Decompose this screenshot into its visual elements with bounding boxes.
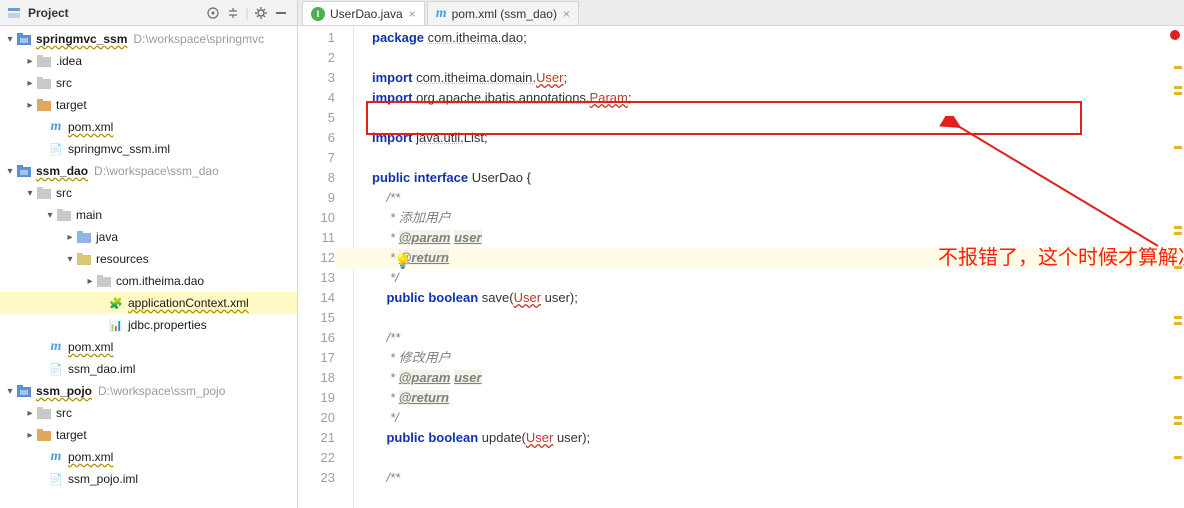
annotation-text: 不报错了，这个时候才算解决了资源加载问题 xyxy=(938,248,1184,268)
target-folder-icon xyxy=(36,97,52,113)
folder-icon xyxy=(36,405,52,421)
locate-icon[interactable] xyxy=(203,3,223,23)
ide-root: Project | ▾ springmvc_ssm D:\workspace\s… xyxy=(0,0,1184,508)
tree-file[interactable]: 📄ssm_dao.iml xyxy=(0,358,297,380)
iml-icon: 📄 xyxy=(48,141,64,157)
tree-folder[interactable]: ▸target xyxy=(0,424,297,446)
close-icon[interactable]: × xyxy=(409,7,416,21)
tab-userdao[interactable]: I UserDao.java × xyxy=(302,1,425,25)
maven-icon: m xyxy=(48,339,64,355)
chevron-down-icon[interactable]: ▾ xyxy=(64,254,76,265)
chevron-right-icon[interactable]: ▸ xyxy=(64,232,76,243)
properties-icon: 📊 xyxy=(108,317,124,333)
tree-file[interactable]: 📄ssm_pojo.iml xyxy=(0,468,297,490)
tree-file[interactable]: mpom.xml xyxy=(0,336,297,358)
folder-icon xyxy=(96,273,112,289)
tree-folder[interactable]: ▸java xyxy=(0,226,297,248)
chevron-right-icon[interactable]: ▸ xyxy=(24,56,36,67)
target-folder-icon xyxy=(36,427,52,443)
maven-icon: m xyxy=(48,449,64,465)
module-icon xyxy=(16,31,32,47)
tree-module[interactable]: ▾ssm_daoD:\workspace\ssm_dao xyxy=(0,160,297,182)
tree-folder[interactable]: ▸.idea xyxy=(0,50,297,72)
tree-file[interactable]: 📊jdbc.properties xyxy=(0,314,297,336)
tree-folder[interactable]: ▾resources xyxy=(0,248,297,270)
collapse-icon[interactable] xyxy=(271,3,291,23)
tree-file[interactable]: mpom.xml xyxy=(0,116,297,138)
tab-pom[interactable]: m pom.xml (ssm_dao) × xyxy=(427,1,579,25)
expand-all-icon[interactable] xyxy=(223,3,243,23)
tree-file[interactable]: 📄springmvc_ssm.iml xyxy=(0,138,297,160)
spring-xml-icon: 🧩 xyxy=(108,295,124,311)
project-tree[interactable]: ▾ springmvc_ssm D:\workspace\springmvc ▸… xyxy=(0,26,297,508)
java-interface-icon: I xyxy=(311,7,325,21)
project-sidebar: Project | ▾ springmvc_ssm D:\workspace\s… xyxy=(0,0,298,508)
tree-folder[interactable]: ▸com.itheima.dao xyxy=(0,270,297,292)
res-folder-icon xyxy=(76,251,92,267)
project-view-icon[interactable] xyxy=(4,3,24,23)
intention-bulb-icon[interactable]: 💡 xyxy=(394,251,411,271)
folder-icon xyxy=(36,185,52,201)
folder-icon xyxy=(36,53,52,69)
maven-icon: m xyxy=(436,6,447,22)
chevron-right-icon[interactable]: ▸ xyxy=(24,100,36,111)
maven-icon: m xyxy=(48,119,64,135)
folder-icon xyxy=(36,75,52,91)
iml-icon: 📄 xyxy=(48,361,64,377)
chevron-down-icon[interactable]: ▾ xyxy=(24,188,36,199)
module-icon xyxy=(16,163,32,179)
close-icon[interactable]: × xyxy=(563,7,570,21)
chevron-right-icon[interactable]: ▸ xyxy=(24,430,36,441)
chevron-right-icon[interactable]: ▸ xyxy=(24,78,36,89)
src-folder-icon xyxy=(76,229,92,245)
chevron-down-icon[interactable]: ▾ xyxy=(4,34,16,45)
sidebar-header: Project | xyxy=(0,0,297,26)
tree-file-selected[interactable]: 🧩applicationContext.xml xyxy=(0,292,297,314)
tree-folder[interactable]: ▾src xyxy=(0,182,297,204)
chevron-down-icon[interactable]: ▾ xyxy=(44,210,56,221)
tree-folder[interactable]: ▸src xyxy=(0,72,297,94)
tree-file[interactable]: mpom.xml xyxy=(0,446,297,468)
chevron-down-icon[interactable]: ▾ xyxy=(4,386,16,397)
chevron-right-icon[interactable]: ▸ xyxy=(84,276,96,287)
module-icon xyxy=(16,383,32,399)
folder-icon xyxy=(56,207,72,223)
chevron-down-icon[interactable]: ▾ xyxy=(4,166,16,177)
gear-icon[interactable] xyxy=(251,3,271,23)
editor-tabs: I UserDao.java × m pom.xml (ssm_dao) × xyxy=(298,0,1184,26)
tree-module[interactable]: ▾ springmvc_ssm D:\workspace\springmvc xyxy=(0,28,297,50)
tree-folder[interactable]: ▸target xyxy=(0,94,297,116)
chevron-right-icon[interactable]: ▸ xyxy=(24,408,36,419)
sidebar-title: Project xyxy=(28,6,203,20)
code-editor[interactable]: 1234567891011121314151617181920212223 💡 … xyxy=(298,26,1184,508)
tree-folder[interactable]: ▸src xyxy=(0,402,297,424)
iml-icon: 📄 xyxy=(48,471,64,487)
tree-folder[interactable]: ▾main xyxy=(0,204,297,226)
editor-pane: I UserDao.java × m pom.xml (ssm_dao) × 1… xyxy=(298,0,1184,508)
tree-module[interactable]: ▾ssm_pojoD:\workspace\ssm_pojo xyxy=(0,380,297,402)
